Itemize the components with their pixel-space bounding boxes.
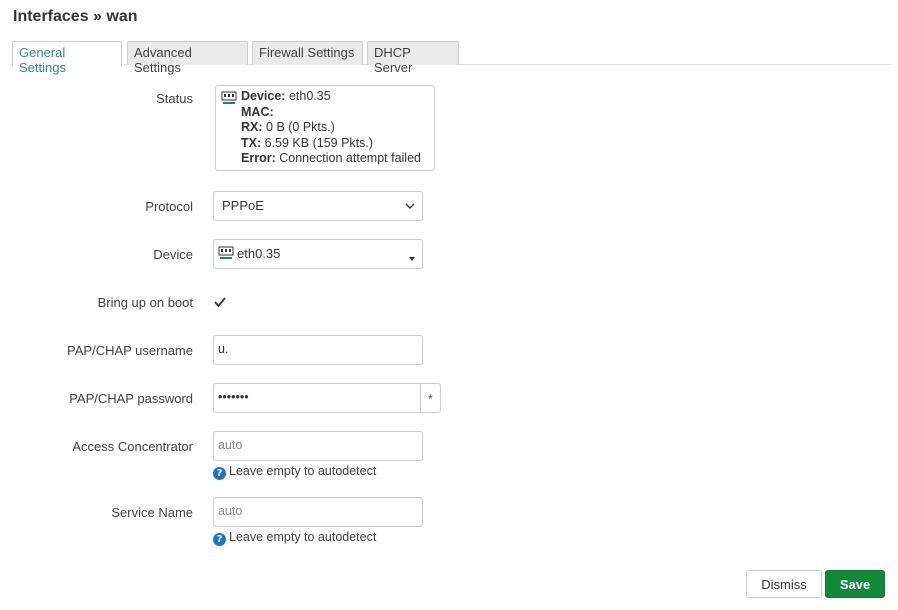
reveal-password-button[interactable]: * <box>421 383 441 413</box>
concentrator-input[interactable]: auto <box>213 431 423 461</box>
boot-checkbox[interactable] <box>213 295 227 309</box>
status-rx: RX: 0 B (0 Pkts.) <box>241 120 335 134</box>
status-tx: TX: 6.59 KB (159 Pkts.) <box>241 135 374 150</box>
device-value: eth0.35 <box>237 246 281 261</box>
service-input[interactable]: auto <box>213 497 423 527</box>
protocol-label: Protocol <box>145 199 193 214</box>
service-hint-text: Leave empty to autodetect <box>229 530 377 544</box>
username-label: PAP/CHAP username <box>67 343 193 358</box>
dismiss-button[interactable]: Dismiss <box>746 570 822 598</box>
status-mac: MAC: <box>241 104 274 119</box>
status-device: Device: eth0.35 <box>241 89 331 103</box>
save-button[interactable]: Save <box>825 570 885 598</box>
help-icon: ? <box>213 467 226 480</box>
tab-advanced-settings[interactable]: Advanced Settings <box>127 41 248 75</box>
caret-down-icon <box>408 250 416 265</box>
tab-bar: General Settings Advanced Settings Firew… <box>12 41 890 75</box>
concentrator-placeholder: auto <box>218 438 243 452</box>
password-label: PAP/CHAP password <box>69 391 193 406</box>
protocol-value: PPPoE <box>222 198 264 213</box>
status-label: Status <box>156 91 193 106</box>
boot-label: Bring up on boot <box>97 295 193 310</box>
chevron-down-icon <box>404 200 416 215</box>
password-input[interactable]: ••••••• <box>213 383 421 413</box>
service-placeholder: auto <box>218 504 243 518</box>
service-hint: ? Leave empty to autodetect <box>213 530 376 546</box>
username-input[interactable]: u. <box>213 335 423 365</box>
device-select[interactable]: eth0.35 <box>213 239 423 269</box>
status-error: Error: Connection attempt failed <box>241 151 421 165</box>
status-box: Device: eth0.35 MAC: RX: 0 B (0 Pkts.) T… <box>215 85 435 171</box>
protocol-select[interactable]: PPPoE <box>213 191 423 221</box>
tab-dhcp-server[interactable]: DHCP Server <box>367 41 459 75</box>
help-icon: ? <box>213 533 226 546</box>
concentrator-hint-text: Leave empty to autodetect <box>229 464 377 478</box>
page-title: Interfaces » wan <box>13 8 138 25</box>
tab-general-settings[interactable]: General Settings <box>12 41 122 75</box>
service-label: Service Name <box>111 505 193 520</box>
concentrator-label: Access Concentrator <box>72 439 193 454</box>
ethernet-port-icon <box>218 246 234 263</box>
tab-firewall-settings[interactable]: Firewall Settings <box>252 41 363 65</box>
ethernet-port-icon <box>221 91 237 110</box>
device-label: Device <box>153 247 193 262</box>
concentrator-hint: ? Leave empty to autodetect <box>213 464 376 480</box>
